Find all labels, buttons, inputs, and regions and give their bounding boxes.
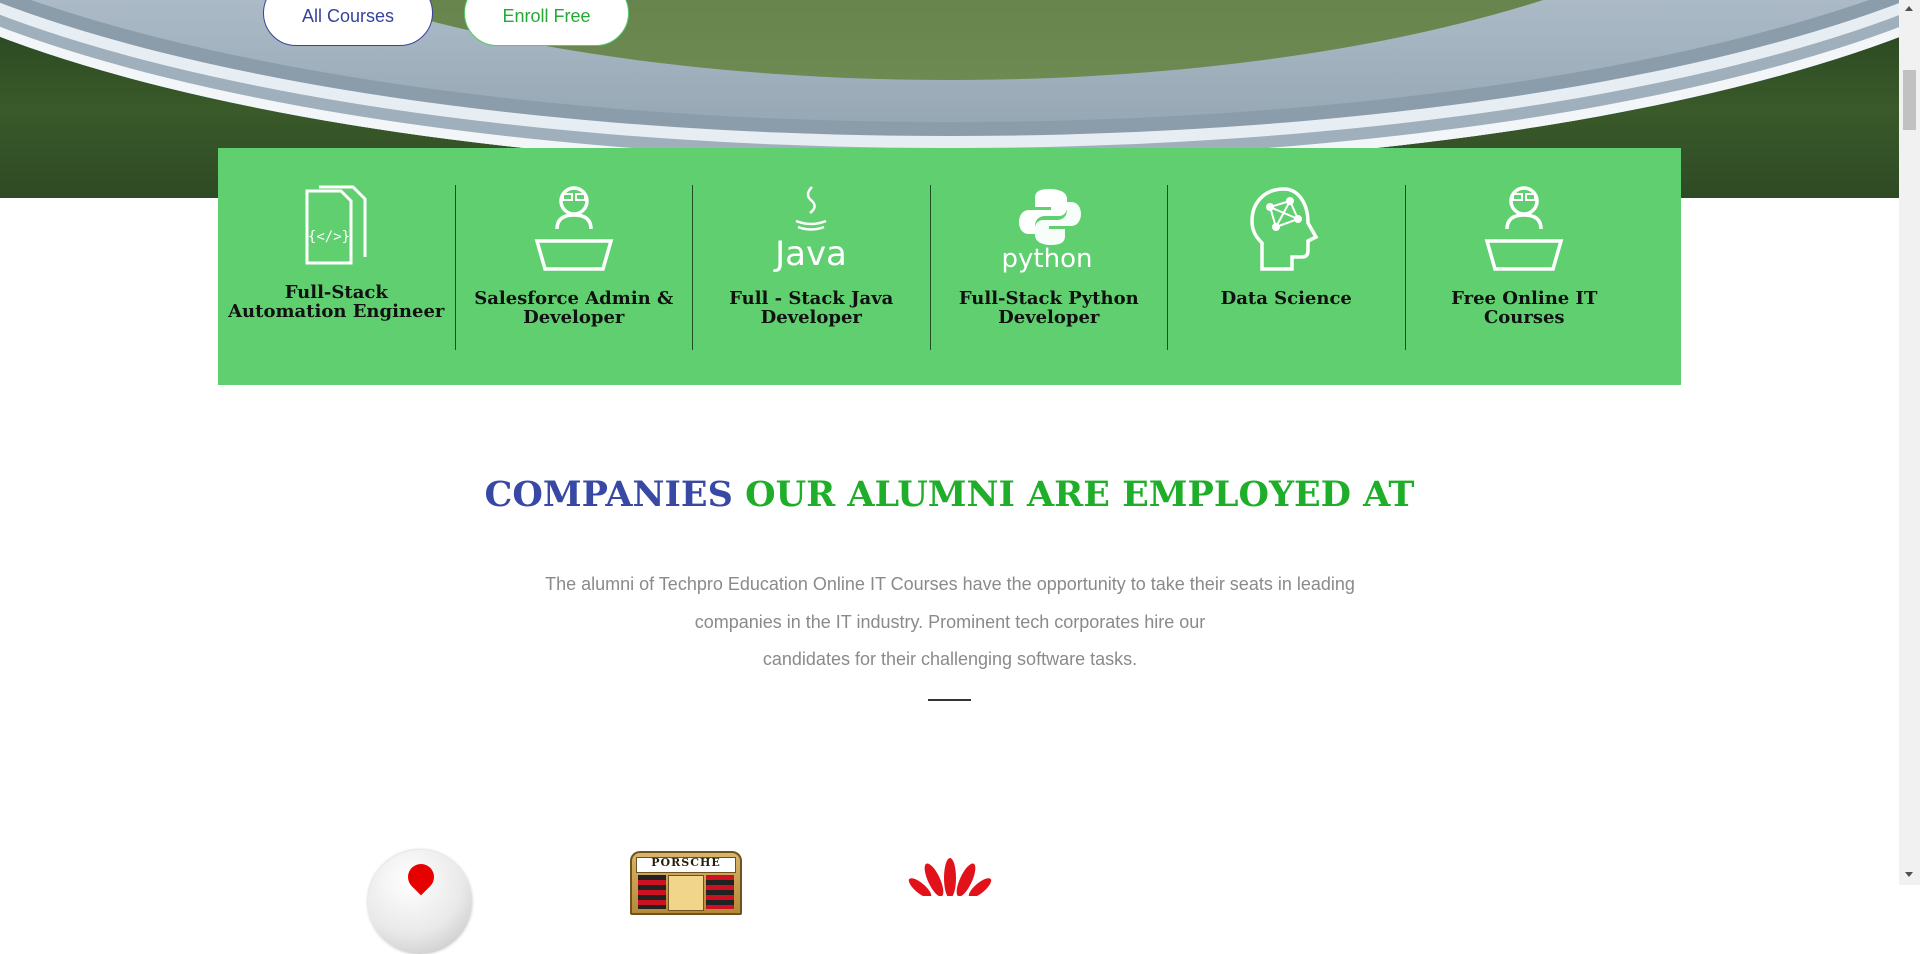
python-logo-icon: python bbox=[1001, 189, 1092, 273]
course-title: Salesforce Admin & Developer bbox=[474, 288, 674, 328]
course-python[interactable]: python Full-Stack Python Developer bbox=[931, 185, 1168, 350]
course-salesforce[interactable]: Salesforce Admin & Developer bbox=[456, 185, 693, 350]
course-title: Data Science bbox=[1220, 288, 1352, 309]
brain-network-icon bbox=[1250, 187, 1319, 271]
svg-text:{</>}: {</>} bbox=[308, 229, 350, 245]
scrollbar-thumb[interactable] bbox=[1903, 70, 1916, 130]
huawei-logo bbox=[908, 858, 992, 896]
vodafone-logo bbox=[368, 850, 472, 954]
description-line: The alumni of Techpro Education Online I… bbox=[545, 574, 1355, 594]
porsche-logo-stripes-left bbox=[638, 875, 666, 909]
person-laptop-icon bbox=[1484, 186, 1564, 271]
companies-heading: COMPANIES OUR ALUMNI ARE EMPLOYED AT bbox=[0, 474, 1899, 515]
courses-band: {</>} Full-Stack Automation Engineer Sal… bbox=[218, 148, 1681, 385]
course-title: Full-Stack Automation Engineer bbox=[228, 282, 445, 322]
person-laptop-icon bbox=[534, 186, 614, 271]
course-data-science[interactable]: Data Science bbox=[1168, 185, 1406, 350]
svg-text:Java: Java bbox=[773, 234, 847, 273]
code-document-icon: {</>} bbox=[305, 185, 367, 265]
companies-description: The alumni of Techpro Education Online I… bbox=[520, 566, 1380, 679]
porsche-logo: PORSCHE bbox=[630, 851, 742, 915]
all-courses-button[interactable]: All Courses bbox=[263, 0, 433, 46]
porsche-logo-text: PORSCHE bbox=[651, 856, 721, 869]
companies-heading-part1: COMPANIES bbox=[484, 474, 733, 515]
section-divider bbox=[928, 699, 971, 701]
description-line: candidates for their challenging softwar… bbox=[762, 649, 1138, 669]
companies-heading-part2: OUR ALUMNI ARE EMPLOYED AT bbox=[745, 474, 1415, 515]
scrollbar[interactable] bbox=[1899, 0, 1920, 885]
enroll-free-button[interactable]: Enroll Free bbox=[464, 0, 629, 46]
course-java[interactable]: Java Full - Stack Java Developer bbox=[693, 185, 931, 350]
course-free-online[interactable]: Free Online IT Courses bbox=[1406, 185, 1644, 328]
course-title: Free Online IT Courses bbox=[1451, 288, 1598, 328]
porsche-logo-horse bbox=[668, 875, 704, 911]
java-logo-icon: Java bbox=[773, 186, 847, 273]
scrollbar-down-arrow[interactable] bbox=[1905, 872, 1913, 877]
svg-text:python: python bbox=[1001, 244, 1092, 273]
scrollbar-up-arrow[interactable] bbox=[1905, 6, 1913, 11]
course-title: Full - Stack Java Developer bbox=[729, 288, 894, 328]
course-title: Full-Stack Python Developer bbox=[958, 288, 1139, 328]
description-line: companies in the IT industry. Prominent … bbox=[694, 611, 1206, 632]
vodafone-drop-icon bbox=[402, 858, 440, 896]
porsche-logo-stripes-right bbox=[706, 875, 734, 909]
course-automation-engineer[interactable]: {</>} Full-Stack Automation Engineer bbox=[218, 185, 456, 350]
